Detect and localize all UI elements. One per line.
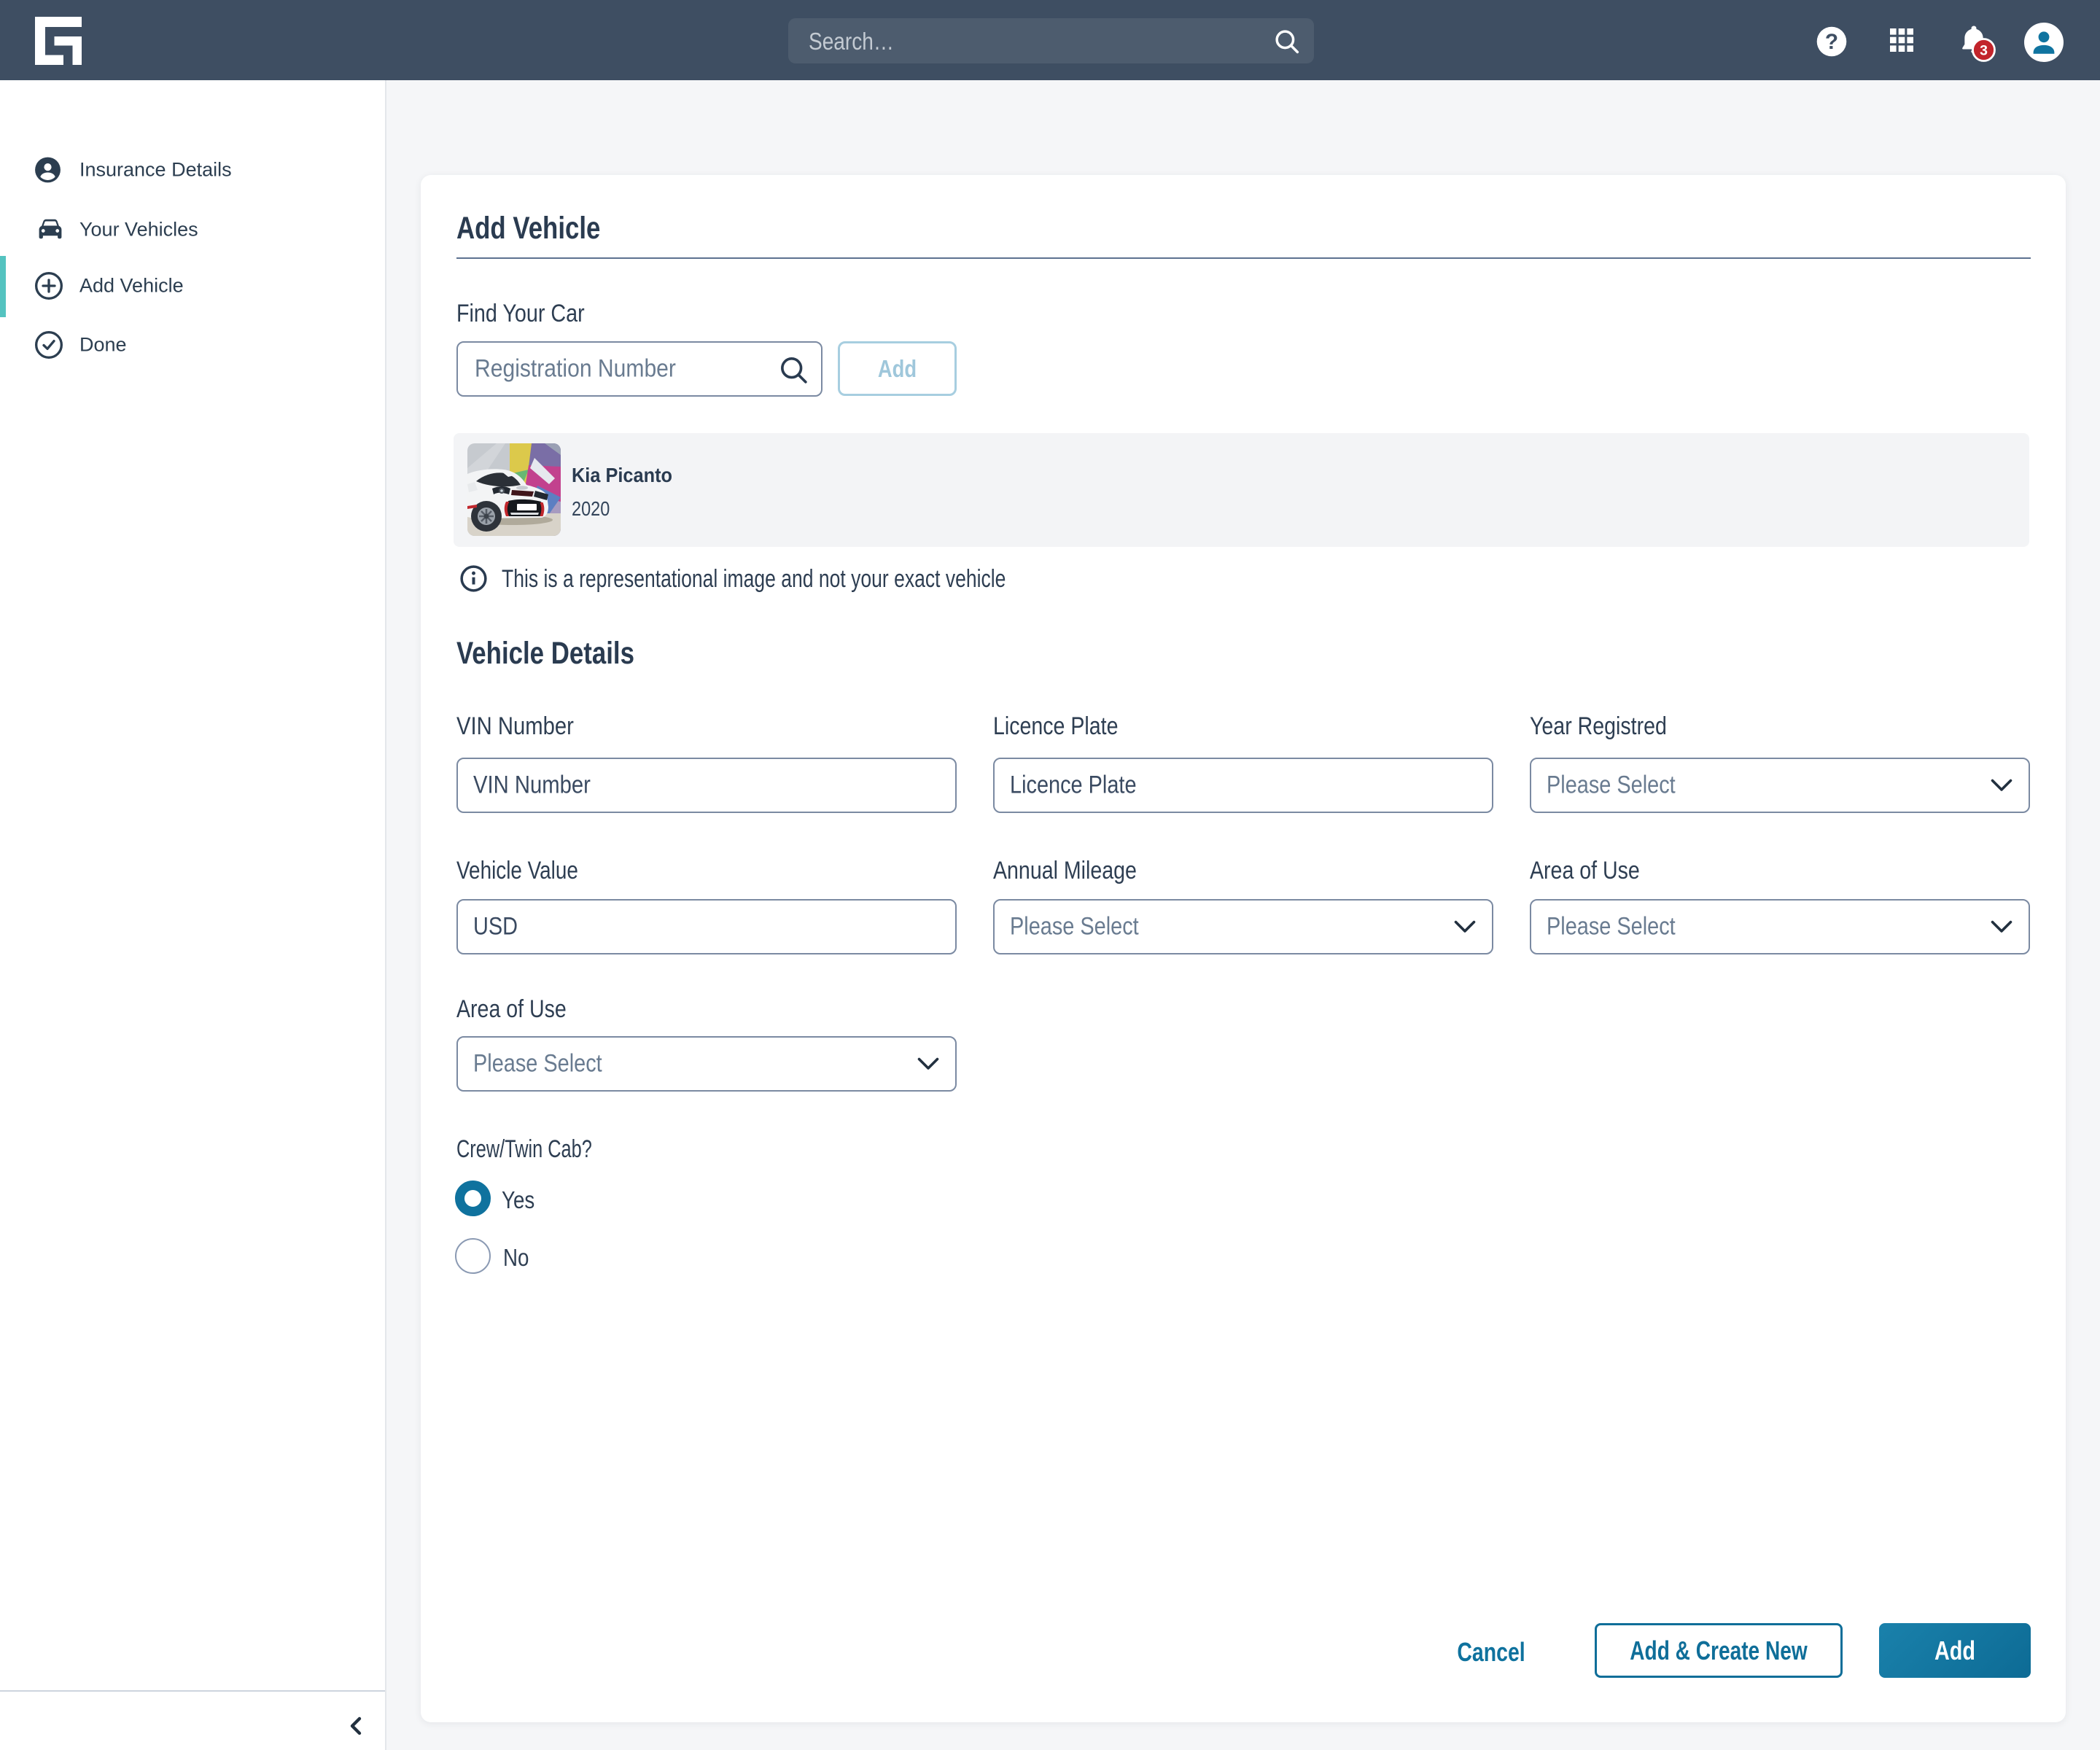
svg-text:?: ? (1825, 30, 1838, 54)
svg-text:3: 3 (1980, 42, 1988, 58)
